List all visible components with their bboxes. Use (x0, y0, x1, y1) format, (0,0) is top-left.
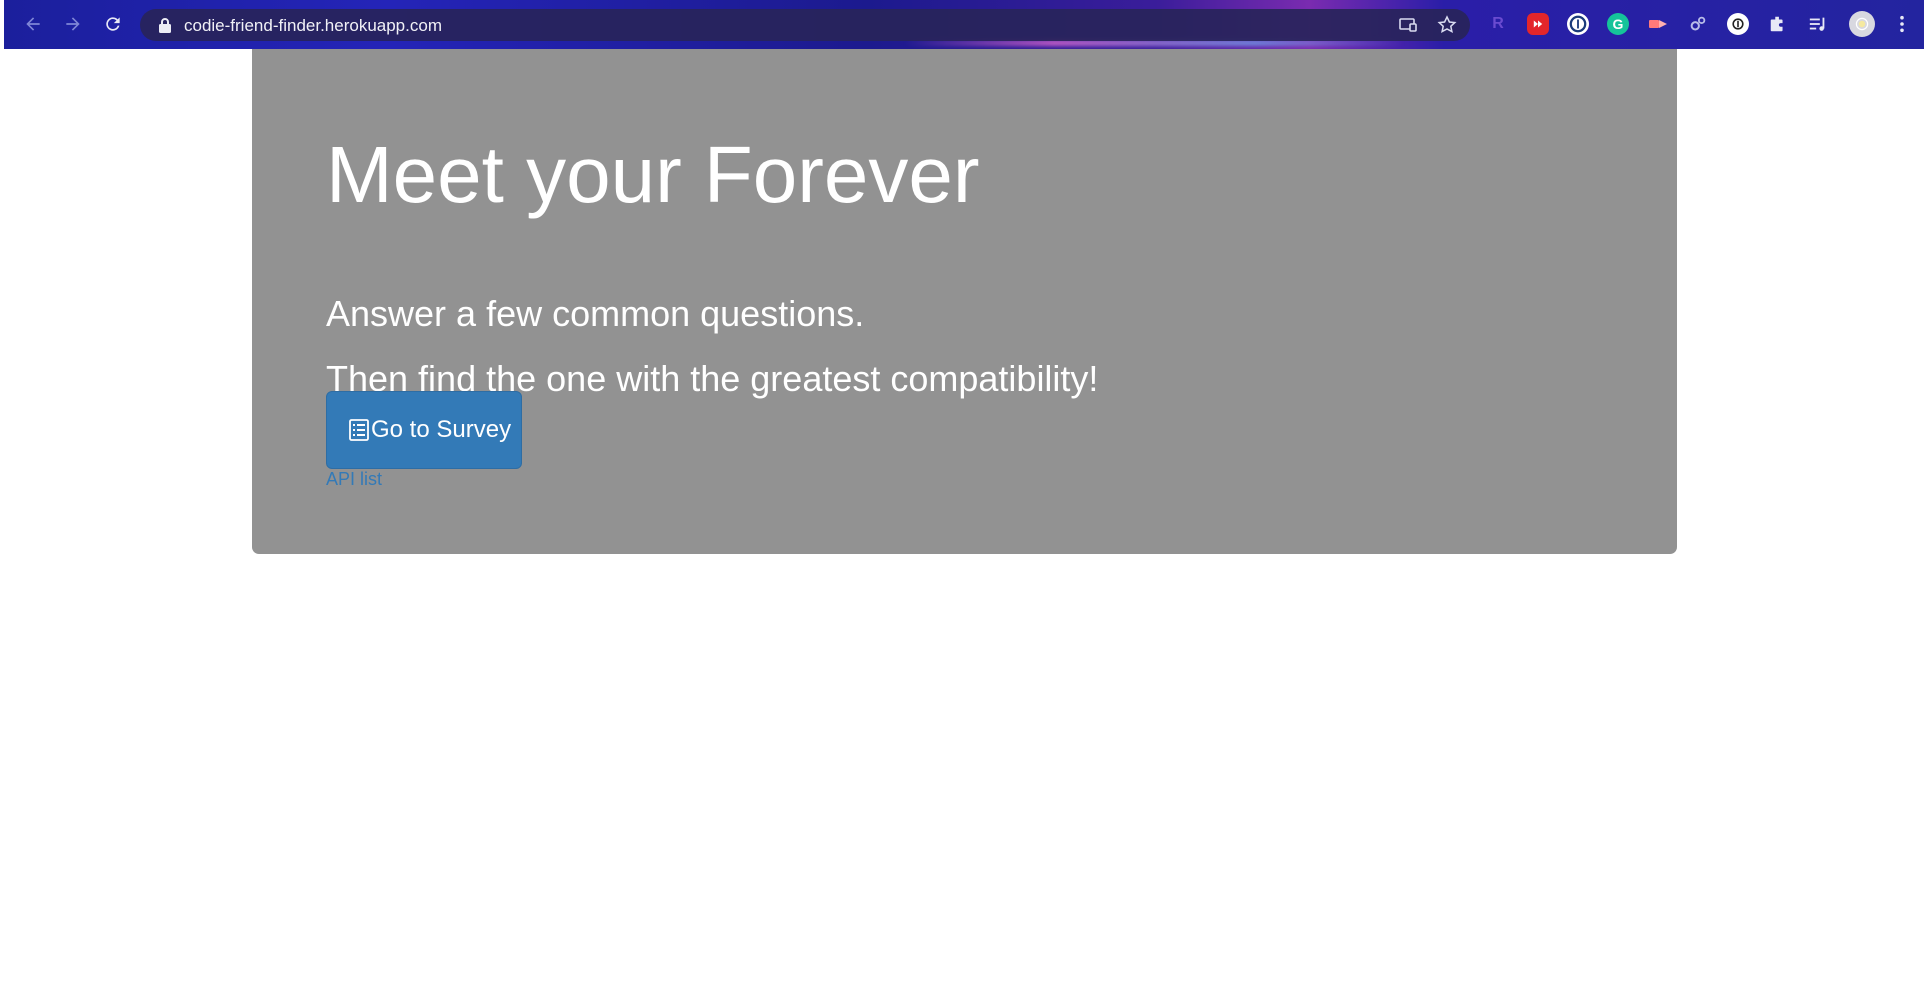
extension-onepassword-icon[interactable] (1567, 13, 1589, 35)
profile-avatar[interactable] (1849, 11, 1875, 37)
back-arrow-icon[interactable] (21, 12, 45, 36)
forward-arrow-icon[interactable] (61, 12, 85, 36)
list-alt-icon (349, 419, 369, 441)
extension-youtube-icon[interactable] (1527, 13, 1549, 35)
media-queue-icon[interactable] (1807, 13, 1829, 35)
bookmark-star-icon[interactable] (1437, 15, 1457, 35)
url-text: codie-friend-finder.herokuapp.com (184, 16, 442, 35)
extension-video-icon[interactable] (1647, 13, 1669, 35)
reload-icon[interactable] (101, 12, 125, 36)
browser-toolbar: codie-friend-finder.herokuapp.com R G (4, 0, 1924, 49)
jumbotron: Meet your Forever Answer a few common qu… (252, 49, 1677, 554)
hero-line-1: Answer a few common questions. (326, 293, 865, 334)
extension-r-icon[interactable]: R (1487, 13, 1509, 35)
menu-kebab-icon[interactable] (1891, 13, 1913, 35)
address-bar[interactable]: codie-friend-finder.herokuapp.com (140, 9, 1470, 41)
extension-circle-icon[interactable] (1727, 13, 1749, 35)
extension-gear-icon[interactable] (1687, 13, 1709, 35)
go-to-survey-button[interactable]: Go to Survey (326, 391, 522, 469)
hero-title: Meet your Forever (326, 130, 980, 219)
go-to-survey-label: Go to Survey (371, 416, 512, 443)
api-list-link[interactable]: API list (326, 469, 382, 490)
extensions-puzzle-icon[interactable] (1767, 13, 1789, 35)
cast-icon[interactable] (1398, 15, 1418, 35)
extension-grammarly-icon[interactable]: G (1607, 13, 1629, 35)
lock-icon (159, 18, 171, 33)
